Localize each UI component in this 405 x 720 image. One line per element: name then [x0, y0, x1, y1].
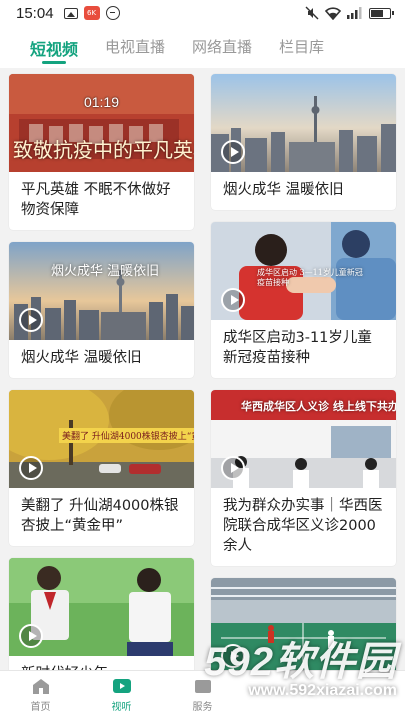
video-title[interactable]: 烟火成华 温暖依旧 — [211, 172, 396, 210]
nav-video-label: 视听 — [111, 702, 132, 713]
video-thumbnail[interactable]: 成华区启动 3—11岁儿童新冠疫苗接种 — [211, 222, 396, 320]
video-icon — [112, 679, 131, 693]
watermark-brand: 592软件园 — [204, 640, 397, 684]
video-thumbnail[interactable]: 华西成华区人义诊 线上线下共办实事 — [211, 390, 396, 488]
play-icon — [221, 288, 245, 312]
home-icon — [32, 679, 49, 694]
thumbnail-caption: 美翻了 升仙湖4000株银杏披上“黄金甲” — [59, 428, 194, 443]
video-title[interactable]: 美翻了 升仙湖4000株银杏披上“黄金甲” — [9, 488, 194, 546]
tab-tv-live[interactable]: 电视直播 — [105, 26, 165, 68]
video-card[interactable]: 烟火成华 温暖依旧 — [211, 74, 396, 210]
play-icon — [19, 308, 43, 332]
thumbnail-caption: 成华区启动 3—11岁儿童新冠疫苗接种 — [257, 268, 363, 287]
video-card[interactable]: 烟火成华 温暖依旧 烟火成华 温暖依旧 — [9, 242, 194, 378]
status-indicators — [305, 6, 394, 20]
video-card[interactable]: 美翻了 升仙湖4000株银杏披上“黄金甲” 美翻了 升仙湖4000株银杏披上“黄… — [9, 390, 194, 546]
video-duration: 01:19 — [83, 94, 120, 110]
battery-icon — [369, 7, 394, 19]
wifi-icon — [325, 6, 341, 20]
thumbnail-caption: 致敬抗疫中的平凡英雄 — [13, 138, 194, 162]
tab-short-video[interactable]: 短视频 — [30, 26, 78, 68]
video-card[interactable]: 华西成华区人义诊 线上线下共办实事 我为群众办实事｜华西医院联合成华区义诊200… — [211, 390, 396, 566]
video-card[interactable]: 01:19 致敬抗疫中的平凡英雄 平凡英雄 不眠不休做好物资保障 — [9, 74, 194, 230]
play-icon — [19, 624, 43, 648]
video-thumbnail[interactable]: 01:19 致敬抗疫中的平凡英雄 — [9, 74, 194, 172]
nav-video[interactable]: 视听 — [81, 671, 162, 720]
nav-service-label: 服务 — [192, 702, 213, 713]
video-thumbnail[interactable]: 烟火成华 温暖依旧 — [9, 242, 194, 340]
video-thumbnail[interactable] — [9, 558, 194, 656]
play-icon — [221, 456, 245, 480]
video-title[interactable]: 新时代好少年 — [9, 656, 194, 670]
category-tabs: 短视频 电视直播 网络直播 栏目库 — [0, 26, 405, 68]
nav-home[interactable]: 首页 — [0, 671, 81, 720]
video-card[interactable]: 成华区启动 3—11岁儿童新冠疫苗接种 成华区启动3-11岁儿童新冠疫苗接种 — [211, 222, 396, 378]
thumbnail-caption: 华西成华区人义诊 线上线下共办实事 — [241, 400, 396, 413]
video-title[interactable]: 我为群众办实事｜华西医院联合成华区义诊2000余人 — [211, 488, 396, 566]
video-title[interactable]: 烟火成华 温暖依旧 — [9, 340, 194, 378]
do-not-disturb-icon — [105, 6, 120, 20]
feed-column-right: 烟火成华 温暖依旧 成华区启动 3—11岁儿童新冠疫苗接种 成华区启动3-11岁… — [211, 74, 396, 670]
play-icon — [19, 456, 43, 480]
video-thumbnail[interactable]: 美翻了 升仙湖4000株银杏披上“黄金甲” — [9, 390, 194, 488]
watermark: 592软件园 www.592xiazai.com — [204, 640, 397, 700]
tab-program-library[interactable]: 栏目库 — [279, 26, 324, 68]
video-title[interactable]: 成华区启动3-11岁儿童新冠疫苗接种 — [211, 320, 396, 378]
nav-home-label: 首页 — [30, 702, 51, 713]
video-title[interactable]: 平凡英雄 不眠不休做好物资保障 — [9, 172, 194, 230]
tab-web-live[interactable]: 网络直播 — [192, 26, 252, 68]
video-card[interactable]: 新时代好少年 — [9, 558, 194, 670]
status-time: 15:04 — [16, 4, 54, 22]
gallery-icon — [63, 7, 78, 19]
thumbnail-caption: 烟火成华 温暖依旧 — [51, 264, 160, 279]
signal-icon — [347, 7, 362, 19]
play-icon — [221, 140, 245, 164]
video-feed[interactable]: 01:19 致敬抗疫中的平凡英雄 平凡英雄 不眠不休做好物资保障 烟火成华 温暖… — [0, 68, 405, 670]
app-notification-icon: 6K — [83, 6, 100, 20]
watermark-url: www.592xiazai.com — [248, 682, 397, 699]
mute-icon — [305, 6, 319, 20]
video-thumbnail[interactable] — [211, 74, 396, 172]
feed-column-left: 01:19 致敬抗疫中的平凡英雄 平凡英雄 不眠不休做好物资保障 烟火成华 温暖… — [9, 74, 194, 670]
status-bar: 15:04 6K — [0, 0, 405, 26]
